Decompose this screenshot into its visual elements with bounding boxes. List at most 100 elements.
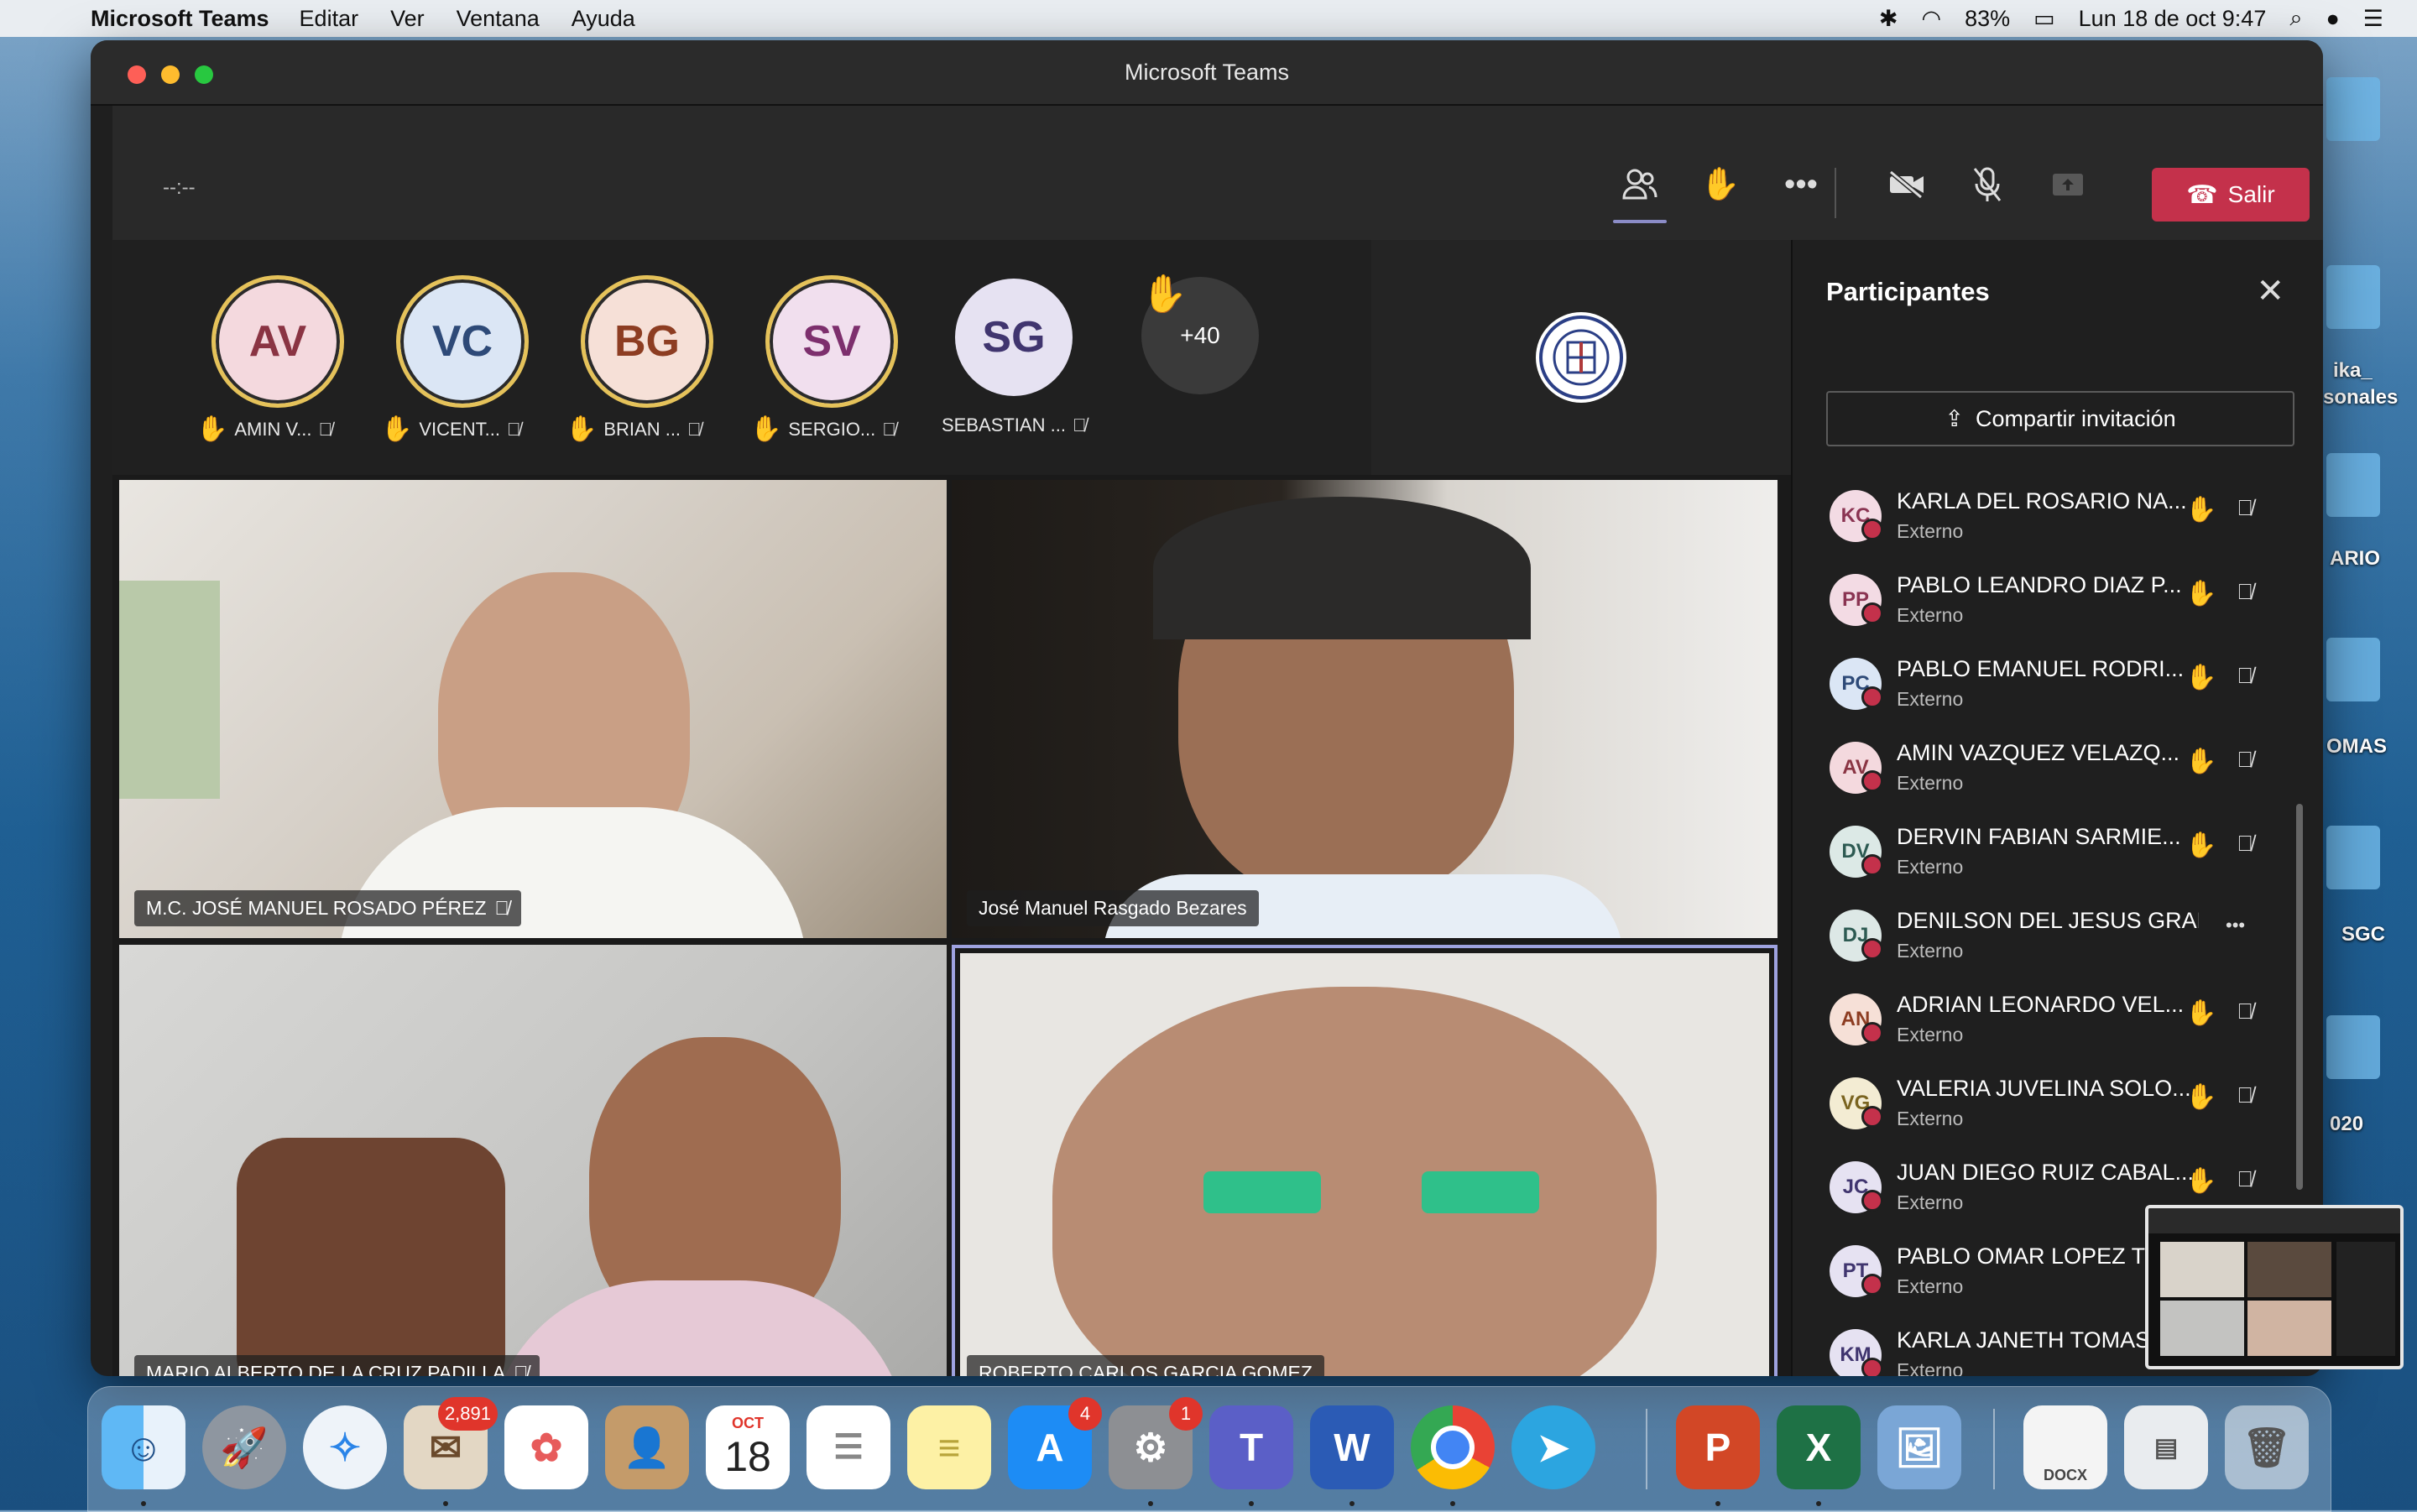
calendar-icon[interactable]: OCT 18 <box>706 1405 790 1489</box>
menu-editar[interactable]: Editar <box>300 6 359 32</box>
notes-icon[interactable]: ≡ <box>907 1405 991 1489</box>
video-tile[interactable]: MARIO ALBERTO DE LA CRUZ PADILLA 🎙̸ <box>119 945 947 1376</box>
mic-off-icon: 🎙̸ <box>2237 831 2253 856</box>
video-tile[interactable]: José Manuel Rasgado Bezares <box>952 480 1778 938</box>
video-tile[interactable]: M.C. JOSÉ MANUEL ROSADO PÉREZ 🎙̸ <box>119 480 947 938</box>
participant-row[interactable]: AV AMIN VAZQUEZ VELAZQ... Externo ✋ 🎙̸ <box>1793 725 2323 809</box>
desktop-folder-icon[interactable] <box>2326 453 2380 517</box>
show-participants-button[interactable] <box>1610 154 1670 215</box>
app-store-icon[interactable]: A4 <box>1008 1397 1102 1489</box>
camera-toggle-button[interactable] <box>1877 154 1937 215</box>
participants-scrollbar[interactable] <box>2296 804 2303 1190</box>
share-invite-button[interactable]: ⇪ Compartir invitación <box>1826 391 2294 446</box>
preview-panel <box>2336 1242 2395 1356</box>
participant-row[interactable]: DV DERVIN FABIAN SARMIE... Externo ✋ 🎙̸ <box>1793 809 2323 893</box>
mic-off-icon: 🎙̸ <box>2237 495 2253 520</box>
chrome-icon[interactable] <box>1411 1405 1495 1489</box>
screen-recording-preview[interactable] <box>2145 1205 2404 1369</box>
desktop-folder-icon[interactable] <box>2326 826 2380 889</box>
participant-row[interactable]: AN ADRIAN LEONARDO VEL... Externo ✋ 🎙̸ <box>1793 977 2323 1061</box>
close-panel-icon[interactable]: ✕ <box>2256 272 2284 310</box>
telegram-icon[interactable]: ➤ <box>1511 1405 1595 1489</box>
desktop-folder-icon[interactable] <box>2326 77 2380 141</box>
microphone-toggle-button[interactable] <box>1957 154 2018 215</box>
battery-icon[interactable]: ▭ <box>2033 6 2055 32</box>
docx-document-icon[interactable]: DOCX <box>2023 1405 2107 1489</box>
participant-status-icons: ✋ 🎙̸ <box>2185 831 2253 860</box>
menu-ayuda[interactable]: Ayuda <box>572 6 635 32</box>
more-options-icon[interactable]: ••• <box>2226 915 2245 936</box>
institution-seal-logo <box>1536 312 1626 403</box>
powerpoint-icon[interactable]: P <box>1676 1405 1760 1489</box>
excel-icon[interactable]: X <box>1777 1405 1861 1489</box>
raised-hand-icon: ✋ <box>1141 274 1188 315</box>
mic-off-icon <box>1973 167 2002 201</box>
desktop-folder-icon[interactable] <box>2326 1015 2380 1079</box>
system-preferences-icon[interactable]: ⚙ 1 <box>1109 1397 1203 1489</box>
more-actions-button[interactable]: ••• <box>1771 154 1831 215</box>
desktop-label: OMAS <box>2326 735 2387 758</box>
content-share-tile[interactable] <box>1371 240 1791 475</box>
active-tab-indicator <box>1613 220 1667 223</box>
menu-app-name[interactable]: Microsoft Teams <box>91 6 269 32</box>
menu-ventana[interactable]: Ventana <box>457 6 540 32</box>
raised-hand-icon: ✋ <box>2185 1167 2217 1195</box>
mail-icon[interactable]: ✉ 2,891 <box>404 1397 498 1489</box>
leave-meeting-button[interactable]: ☎ Salir <box>2152 168 2310 222</box>
video-name-label: José Manuel Rasgado Bezares <box>967 890 1259 926</box>
bluetooth-icon[interactable]: ✱ <box>1879 6 1898 32</box>
preview-app-icon[interactable]: 🖼 <box>1877 1405 1961 1489</box>
traffic-lights <box>128 65 213 84</box>
avatar[interactable]: VC <box>396 275 529 408</box>
launchpad-icon[interactable]: 🚀 <box>202 1405 286 1489</box>
participant-status-icons: ✋ 🎙̸ <box>2185 663 2253 692</box>
participant-row[interactable]: PC PABLO EMANUEL RODRI... Externo ✋ 🎙̸ <box>1793 641 2323 725</box>
participant-name: KARLA DEL ROSARIO NA... <box>1897 488 2187 514</box>
downloads-stack-icon[interactable]: ▤ <box>2124 1405 2208 1489</box>
contacts-icon[interactable]: 👤 <box>605 1405 689 1489</box>
finder-icon[interactable]: ☺ <box>102 1405 185 1489</box>
desktop-folder-icon[interactable] <box>2326 265 2380 329</box>
participant-row[interactable]: VG VALERIA JUVELINA SOLO... Externo ✋ 🎙̸ <box>1793 1061 2323 1144</box>
offline-status-icon <box>1861 1022 1883 1044</box>
avatar[interactable]: SV <box>765 275 898 408</box>
siri-icon[interactable]: ● <box>2326 6 2339 32</box>
zoom-window-button[interactable] <box>195 65 213 84</box>
control-center-icon[interactable]: ☰ <box>2363 6 2383 32</box>
hand-reaction-icon: ✋ <box>1700 167 1741 202</box>
avatar[interactable]: BG <box>581 275 713 408</box>
participant-row[interactable]: KC KARLA DEL ROSARIO NA... Externo ✋ 🎙̸ <box>1793 483 2323 557</box>
avatar[interactable]: SG <box>955 279 1073 396</box>
clock[interactable]: Lun 18 de oct 9:47 <box>2079 6 2267 32</box>
share-screen-button[interactable] <box>2038 154 2098 215</box>
menu-ver[interactable]: Ver <box>390 6 425 32</box>
menu-bar: Microsoft Teams Editar Ver Ventana Ayuda… <box>0 0 2417 37</box>
raised-hand-icon: ✋ <box>2185 1083 2217 1111</box>
avatar[interactable]: AV <box>211 275 344 408</box>
reminders-icon[interactable]: ☰ <box>807 1405 890 1489</box>
minimize-window-button[interactable] <box>161 65 180 84</box>
video-person-hair <box>1153 497 1531 639</box>
video-window-background <box>119 581 220 799</box>
participant-name: PABLO LEANDRO DIAZ P... <box>1897 572 2182 597</box>
participant-avatar-strip: AV ✋ AMIN V... 🎙̸ VC ✋ VICENT... 🎙̸ BG ✋ BRIA… <box>112 240 1371 475</box>
participant-role: Externo <box>1897 520 1964 542</box>
safari-icon[interactable]: ✧ <box>303 1405 387 1489</box>
share-tray-icon <box>2053 174 2083 196</box>
teams-icon[interactable]: T <box>1209 1405 1293 1489</box>
desktop-folder-icon[interactable] <box>2326 638 2380 701</box>
participant-row[interactable]: DJ DENILSON DEL JESUS GRAFF... Externo ••• <box>1793 893 2323 977</box>
raise-hand-reactions-button[interactable]: ✋ <box>1690 154 1751 215</box>
participant-row[interactable]: PP PABLO LEANDRO DIAZ P... Externo ✋ 🎙̸ <box>1793 557 2323 641</box>
word-icon[interactable]: W <box>1310 1405 1394 1489</box>
more-participants-button[interactable]: ✋ +40 <box>1141 274 1259 394</box>
close-window-button[interactable] <box>128 65 146 84</box>
offline-status-icon <box>1861 1190 1883 1212</box>
spotlight-search-icon[interactable]: ⌕ <box>2289 5 2302 32</box>
window-titlebar[interactable]: Microsoft Teams <box>91 40 2323 106</box>
video-tile-active-speaker[interactable]: ROBERTO CARLOS GARCIA GOMEZ <box>952 945 1778 1376</box>
trash-icon[interactable]: 🗑 <box>2225 1405 2309 1489</box>
wifi-icon[interactable]: ◠ <box>1922 6 1942 32</box>
photos-icon[interactable]: ✿ <box>504 1405 588 1489</box>
participant-status-icons: ✋ 🎙̸ <box>2185 579 2253 608</box>
